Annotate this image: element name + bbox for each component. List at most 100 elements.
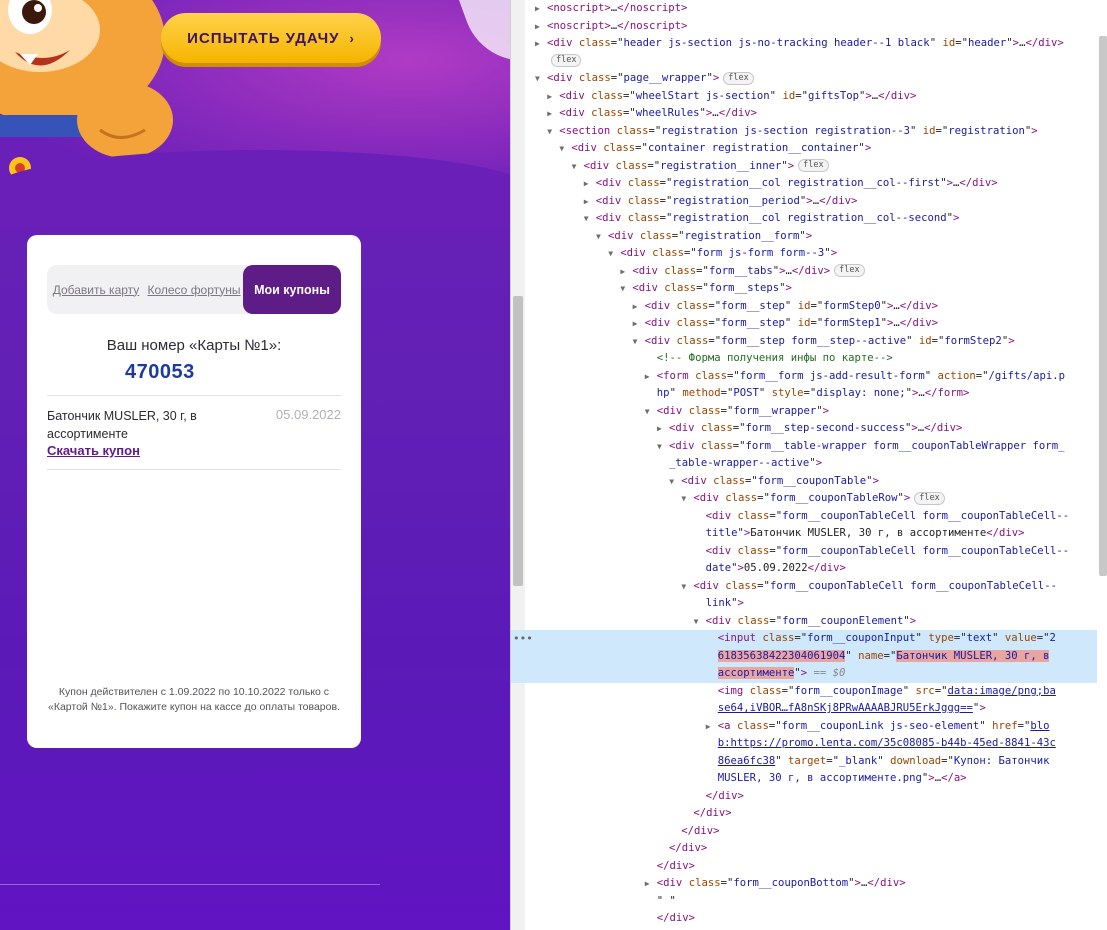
expand-triangle-icon[interactable]: ▼	[633, 333, 645, 351]
dom-node-line[interactable]: 86ea6fc38" target="_blank" download="Куп…	[527, 753, 1097, 771]
collapse-triangle-icon[interactable]: ▶	[620, 263, 632, 281]
dom-node-markup: </div>	[656, 912, 696, 924]
dom-node-line[interactable]: ▶ <div class="form__couponBottom">…</div>	[527, 875, 1097, 893]
dom-node-line[interactable]: ▶ <div class="wheelRules">…</div>	[527, 105, 1097, 123]
dom-node-line[interactable]: ▶ <div class="wheelStart js-section" id="…	[527, 88, 1097, 106]
dom-node-line[interactable]: ▶ <a class="form__couponLink js-seo-eleme…	[527, 718, 1097, 736]
chevron-right-icon: ›	[349, 30, 355, 46]
dom-node-selected[interactable]: ••• <input class="form__couponInput" type…	[511, 630, 1097, 648]
scrollbar-thumb[interactable]	[513, 296, 523, 586]
dom-node-line[interactable]: hp" method="POST" style="display: none;"…	[527, 385, 1097, 403]
expand-triangle-icon[interactable]: ▼	[681, 490, 693, 508]
tab-add-card[interactable]: Добавить карту	[47, 265, 145, 314]
dom-node-line[interactable]: title">Батончик MUSLER, 30 г, в ассортим…	[527, 525, 1097, 543]
dom-node-line[interactable]: ▼ <div class="form__table-wrapper form__c…	[527, 438, 1097, 456]
dom-node-line[interactable]: " "	[527, 893, 1097, 911]
dom-node-line[interactable]: </div>	[527, 840, 1097, 858]
dom-node-line[interactable]: ▼ <div class="registration__inner"> flex	[527, 158, 1097, 176]
dom-node-line[interactable]: <!-- Форма получения инфы по карте-->	[527, 350, 1097, 368]
expand-triangle-icon[interactable]: ▼	[620, 280, 632, 298]
expand-triangle-icon[interactable]: ▼	[657, 438, 669, 456]
dom-node-line[interactable]: ▶ <div class="registration__period">…</di…	[527, 193, 1097, 211]
expand-triangle-icon[interactable]: ▼	[572, 158, 584, 176]
dom-node-line[interactable]: <div class="form__couponTableCell form__…	[527, 543, 1097, 561]
collapse-triangle-icon[interactable]: ▶	[633, 315, 645, 333]
dom-node-line[interactable]: </div>	[527, 788, 1097, 806]
dom-node-line[interactable]: ▼ <div class="form__wrapper">	[527, 403, 1097, 421]
collapse-triangle-icon[interactable]: ▶	[645, 368, 657, 386]
dom-node-markup: <div class="registration__inner"> flex	[584, 159, 829, 172]
dom-node-markup: <div class="form__couponElement">	[705, 614, 917, 627]
try-luck-button[interactable]: ИСПЫТАТЬ УДАЧУ ›	[161, 13, 381, 63]
expand-triangle-icon[interactable]: ▼	[535, 70, 547, 88]
expand-triangle-icon[interactable]: ▼	[694, 613, 706, 631]
dom-node-line[interactable]: ▼ <div class="form js-form form--3">	[527, 245, 1097, 263]
collapse-triangle-icon[interactable]: ▶	[535, 0, 547, 18]
dom-node-line[interactable]: </div>	[527, 805, 1097, 823]
dom-node-line[interactable]: ▶ <noscript>…</noscript>	[527, 18, 1097, 36]
dom-node-selected[interactable]: ассортименте"> == $0	[511, 665, 1097, 683]
collapse-triangle-icon[interactable]: ▶	[584, 175, 596, 193]
expand-triangle-icon[interactable]: ▼	[608, 245, 620, 263]
tab-my-coupons[interactable]: Мои купоны	[243, 265, 341, 314]
expand-triangle-icon[interactable]: ▼	[596, 228, 608, 246]
collapse-triangle-icon[interactable]: ▶	[547, 105, 559, 123]
dom-node-line[interactable]: </div>	[527, 823, 1097, 841]
dom-node-line[interactable]: ▼ <div class="container registration__con…	[527, 140, 1097, 158]
collapse-triangle-icon[interactable]: ▶	[584, 193, 596, 211]
dom-node-line[interactable]: ▼ <div class="form__couponElement">	[527, 613, 1097, 631]
dom-node-line[interactable]: ▶ <div class="form__step" id="formStep1">…	[527, 315, 1097, 333]
dom-tree-scrollbar[interactable]	[1099, 36, 1107, 576]
dom-node-line[interactable]: <div class="form__couponTableCell form__…	[527, 508, 1097, 526]
dom-node-line[interactable]: ▼ <div class="registration__col registrat…	[527, 210, 1097, 228]
dom-node-line[interactable]: </div>	[527, 858, 1097, 876]
dom-node-line[interactable]: ▶ <noscript>…</noscript>	[527, 0, 1097, 18]
dom-node-line[interactable]: flex	[527, 53, 1097, 71]
expand-triangle-icon[interactable]: ▼	[669, 473, 681, 491]
expand-triangle-icon[interactable]: ▼	[681, 578, 693, 596]
collapse-triangle-icon[interactable]: ▶	[547, 88, 559, 106]
dom-node-selected[interactable]: 61835638422304061904" name="Батончик MUS…	[511, 647, 1097, 665]
panel-splitter-scrollbar[interactable]	[511, 0, 525, 930]
try-luck-button-label: ИСПЫТАТЬ УДАЧУ	[187, 29, 340, 47]
tab-wheel-of-fortune[interactable]: Колесо фортуны	[145, 265, 243, 314]
dom-node-line[interactable]: ▼ <div class="form__step form__step--acti…	[527, 333, 1097, 351]
dom-node-line[interactable]: ▶ <div class="registration__col registrat…	[527, 175, 1097, 193]
dom-node-line[interactable]: MUSLER, 30 г, в ассортименте.png">…</a>	[527, 770, 1097, 788]
dom-node-line[interactable]: ▶ <div class="form__step-second-success">…	[527, 420, 1097, 438]
dom-node-line[interactable]: _table-wrapper--active">	[527, 455, 1097, 473]
expand-triangle-icon[interactable]: ▼	[547, 123, 559, 141]
collapse-triangle-icon[interactable]: ▶	[535, 18, 547, 36]
dom-node-line[interactable]: b:https://promo.lenta.com/35c08085-b44b-…	[527, 735, 1097, 753]
collapse-triangle-icon[interactable]: ▶	[535, 35, 547, 53]
dom-node-line[interactable]: ▼ <div class="form__couponTableCell form_…	[527, 578, 1097, 596]
dom-node-markup: 61835638422304061904" name="Батончик MUS…	[717, 649, 1050, 662]
collapse-triangle-icon[interactable]: ▶	[633, 298, 645, 316]
dom-node-line[interactable]: ▶ <div class="form__tabs">…</div> flex	[527, 263, 1097, 281]
dom-node-line[interactable]: ▼ <div class="form__steps">	[527, 280, 1097, 298]
collapse-triangle-icon[interactable]: ▶	[706, 718, 718, 736]
dom-node-line[interactable]: ▶ <form class="form__form js-add-result-f…	[527, 368, 1097, 386]
dom-node-line[interactable]: ▼ <div class="form__couponTableRow"> flex	[527, 490, 1097, 508]
expand-triangle-icon[interactable]: ▼	[645, 403, 657, 421]
dom-node-line[interactable]: ▶ <div class="form__step" id="formStep0">…	[527, 298, 1097, 316]
more-actions-icon[interactable]: •••	[513, 630, 533, 648]
dom-node-line[interactable]: </div>	[527, 910, 1097, 928]
collapse-triangle-icon[interactable]: ▶	[657, 420, 669, 438]
hero-decoration	[456, 0, 510, 78]
dom-node-markup: <div class="form js-form form--3">	[620, 247, 838, 259]
dom-node-line[interactable]: <img class="form__couponImage" src="data…	[527, 683, 1097, 701]
dom-node-line[interactable]: ▶ <div class="header js-section js-no-tra…	[527, 35, 1097, 53]
dom-node-line[interactable]: ▼ <section class="registration js-section…	[527, 123, 1097, 141]
collapse-triangle-icon[interactable]: ▶	[645, 875, 657, 893]
dom-node-line[interactable]: ▼ <div class="page__wrapper"> flex	[527, 70, 1097, 88]
download-coupon-link[interactable]: Скачать купон	[47, 443, 140, 458]
expand-triangle-icon[interactable]: ▼	[559, 140, 571, 158]
dom-node-line[interactable]: link">	[527, 595, 1097, 613]
dom-node-markup: <noscript>…</noscript>	[547, 2, 688, 14]
dom-node-line[interactable]: ▼ <div class="registration__form">	[527, 228, 1097, 246]
dom-node-line[interactable]: date">05.09.2022</div>	[527, 560, 1097, 578]
dom-node-line[interactable]: se64,iVBOR…fA8nSKj8PRwAAAABJRU5ErkJggg==…	[527, 700, 1097, 718]
expand-triangle-icon[interactable]: ▼	[584, 210, 596, 228]
dom-node-line[interactable]: ▼ <div class="form__couponTable">	[527, 473, 1097, 491]
